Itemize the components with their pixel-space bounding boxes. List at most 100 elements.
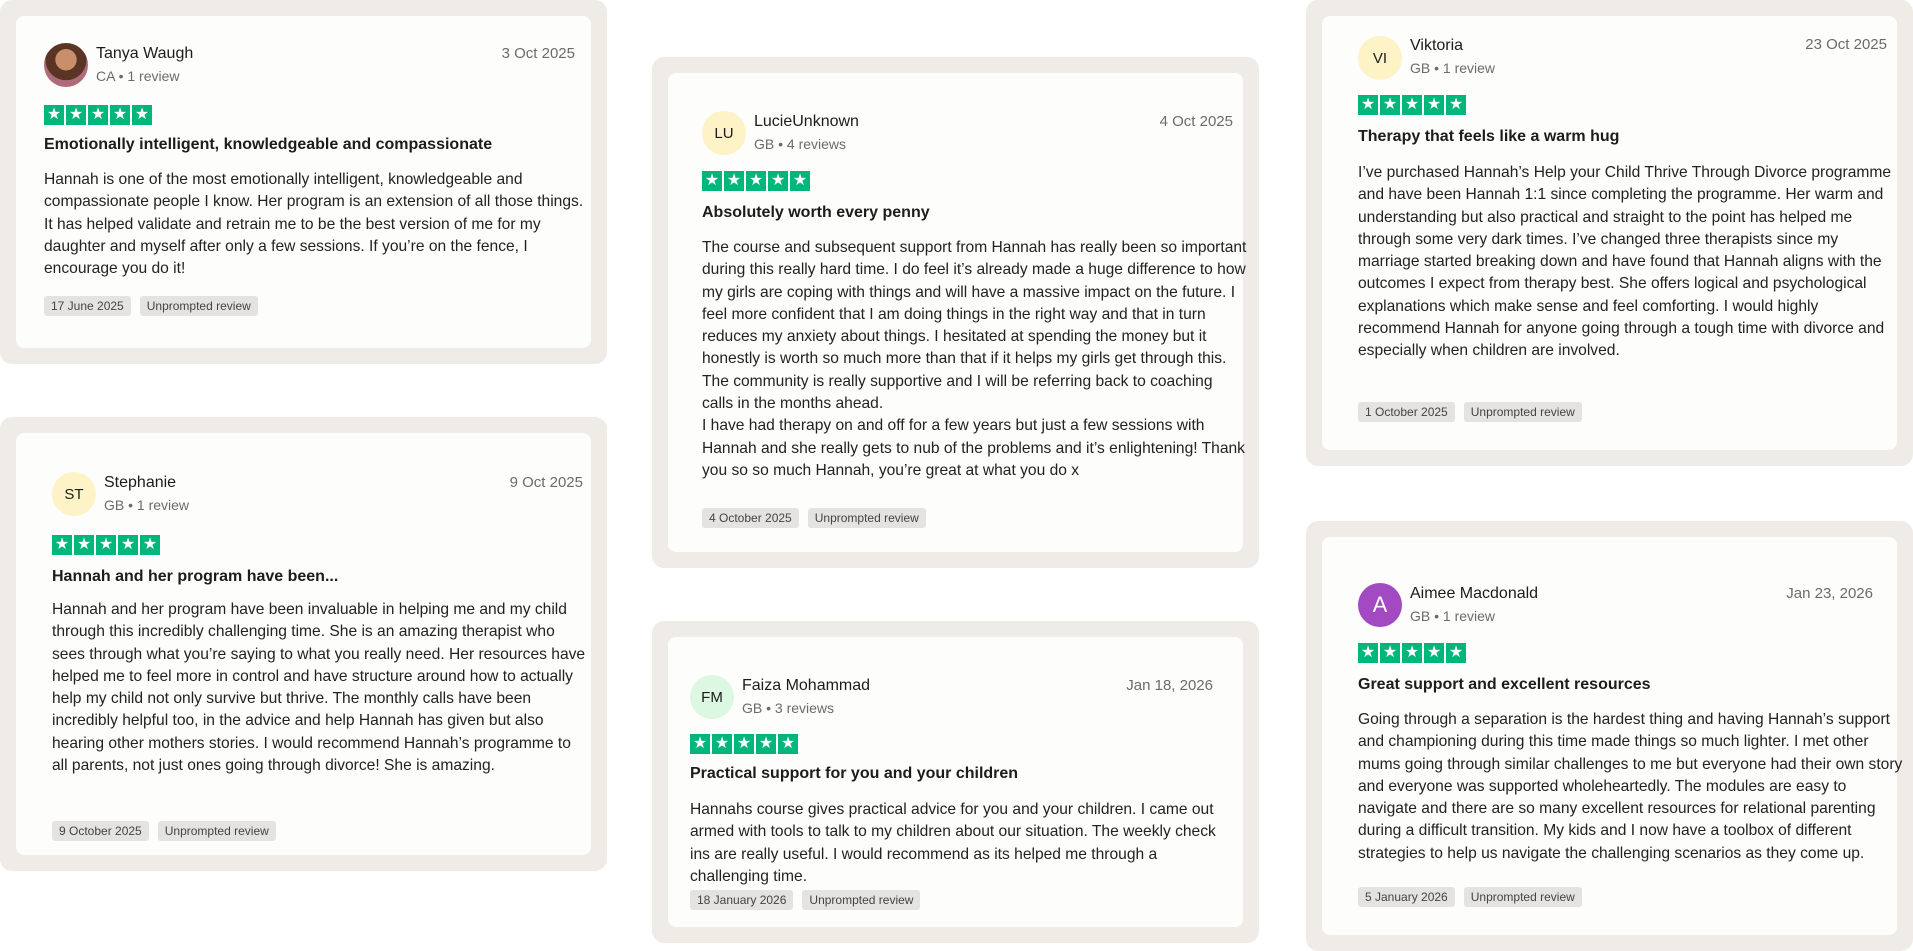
review-title[interactable]: Absolutely worth every penny: [702, 204, 930, 222]
star-icon: ★: [1358, 95, 1378, 115]
reviewer-avatar[interactable]: A: [1358, 583, 1402, 627]
reviewer-name[interactable]: Viktoria: [1410, 37, 1463, 55]
review-date: Jan 23, 2026: [1786, 585, 1873, 602]
reviewer-meta: GB • 3 reviews: [742, 700, 835, 716]
review-tags: 9 October 2025 Unprompted review: [52, 821, 276, 841]
experience-date-badge: 18 January 2026: [690, 890, 794, 910]
star-rating: ★ ★ ★ ★ ★: [1358, 643, 1466, 663]
review-card-frame: A Aimee Macdonald GB • 1 review Jan 23, …: [1306, 521, 1913, 951]
star-icon: ★: [66, 105, 86, 125]
reviewer-name[interactable]: Stephanie: [104, 474, 176, 492]
review-card-frame: FM Faiza Mohammad GB • 3 reviews Jan 18,…: [652, 621, 1259, 943]
star-rating: ★ ★ ★ ★ ★: [702, 171, 810, 191]
review-date: 9 Oct 2025: [509, 474, 583, 491]
experience-date-badge: 5 January 2026: [1358, 887, 1455, 907]
reviewer-name[interactable]: Aimee Macdonald: [1410, 585, 1538, 603]
review-tags: 4 October 2025 Unprompted review: [702, 508, 926, 528]
star-icon: ★: [1446, 643, 1466, 663]
review-title[interactable]: Hannah and her program have been...: [52, 568, 338, 586]
review-card-frame: Tanya Waugh CA • 1 review 3 Oct 2025 ★ ★ ★…: [0, 0, 607, 364]
star-icon: ★: [724, 171, 744, 191]
review-card: LU LucieUnknown GB • 4 reviews 4 Oct 202…: [668, 73, 1246, 552]
star-icon: ★: [1424, 643, 1444, 663]
experience-date-badge: 9 October 2025: [52, 821, 149, 841]
review-body: Hannah and her program have been invalua…: [52, 601, 586, 775]
star-icon: ★: [96, 535, 116, 555]
star-icon: ★: [140, 535, 160, 555]
unprompted-review-badge[interactable]: Unprompted review: [157, 821, 276, 841]
reviewer-meta: GB • 1 review: [1410, 608, 1496, 624]
review-date: 3 Oct 2025: [501, 45, 575, 62]
reviewer-meta: GB • 4 reviews: [754, 136, 847, 152]
star-icon: ★: [1402, 643, 1422, 663]
star-icon: ★: [1446, 95, 1466, 115]
review-card-frame: ST Stephanie GB • 1 review 9 Oct 2025 ★ ★…: [0, 417, 607, 871]
star-icon: ★: [1402, 95, 1422, 115]
unprompted-review-badge[interactable]: Unprompted review: [807, 508, 926, 528]
review-card-frame: VI Viktoria GB • 1 review 23 Oct 2025 ★ ★…: [1306, 0, 1913, 466]
review-title[interactable]: Therapy that feels like a warm hug: [1358, 128, 1619, 146]
reviewer-avatar[interactable]: ST: [52, 472, 96, 516]
unprompted-review-badge[interactable]: Unprompted review: [1463, 887, 1582, 907]
review-body: I’ve purchased Hannah’s Help your Child …: [1358, 164, 1892, 360]
unprompted-review-badge[interactable]: Unprompted review: [139, 296, 258, 316]
review-tags: 17 June 2025 Unprompted review: [44, 296, 258, 316]
experience-date-badge: 4 October 2025: [702, 508, 799, 528]
star-icon: ★: [1380, 643, 1400, 663]
star-icon: ★: [734, 734, 754, 754]
star-icon: ★: [768, 171, 788, 191]
reviewer-meta: GB • 1 review: [1410, 60, 1496, 76]
review-title[interactable]: Great support and excellent resources: [1358, 676, 1651, 694]
star-icon: ★: [132, 105, 152, 125]
review-card: ST Stephanie GB • 1 review 9 Oct 2025 ★ ★…: [16, 433, 591, 855]
review-body: Going through a separation is the hardes…: [1358, 711, 1903, 862]
reviewer-avatar[interactable]: [44, 43, 88, 87]
review-title[interactable]: Emotionally intelligent, knowledgeable a…: [44, 136, 492, 154]
review-date: 4 Oct 2025: [1159, 113, 1233, 130]
reviewer-name[interactable]: Tanya Waugh: [96, 45, 193, 63]
unprompted-review-badge[interactable]: Unprompted review: [1463, 402, 1582, 422]
review-card-frame: LU LucieUnknown GB • 4 reviews 4 Oct 202…: [652, 57, 1259, 568]
star-rating: ★ ★ ★ ★ ★: [52, 535, 160, 555]
star-icon: ★: [88, 105, 108, 125]
review-card: Tanya Waugh CA • 1 review 3 Oct 2025 ★ ★ ★…: [16, 16, 591, 348]
experience-date-badge: 17 June 2025: [44, 296, 131, 316]
reviewer-meta: CA • 1 review: [96, 68, 180, 84]
experience-date-badge: 1 October 2025: [1358, 402, 1455, 422]
star-icon: ★: [118, 535, 138, 555]
star-icon: ★: [110, 105, 130, 125]
star-icon: ★: [756, 734, 776, 754]
reviewer-avatar[interactable]: FM: [690, 675, 734, 719]
star-rating: ★ ★ ★ ★ ★: [44, 105, 152, 125]
star-icon: ★: [1358, 643, 1378, 663]
star-icon: ★: [1424, 95, 1444, 115]
review-date: 23 Oct 2025: [1805, 36, 1887, 53]
star-icon: ★: [702, 171, 722, 191]
star-icon: ★: [1380, 95, 1400, 115]
review-card: VI Viktoria GB • 1 review 23 Oct 2025 ★ ★…: [1322, 16, 1897, 450]
review-date: Jan 18, 2026: [1126, 677, 1213, 694]
reviewer-meta: GB • 1 review: [104, 497, 190, 513]
review-tags: 5 January 2026 Unprompted review: [1358, 887, 1582, 907]
review-tags: 18 January 2026 Unprompted review: [690, 890, 921, 910]
review-tags: 1 October 2025 Unprompted review: [1358, 402, 1582, 422]
reviewer-name[interactable]: LucieUnknown: [754, 113, 859, 131]
star-icon: ★: [74, 535, 94, 555]
review-body: Hannahs course gives practical advice fo…: [690, 801, 1216, 885]
star-icon: ★: [52, 535, 72, 555]
reviewer-avatar[interactable]: LU: [702, 111, 746, 155]
unprompted-review-badge[interactable]: Unprompted review: [802, 890, 921, 910]
reviewer-name[interactable]: Faiza Mohammad: [742, 677, 870, 695]
review-body: Hannah is one of the most emotionally in…: [44, 171, 584, 278]
reviewer-avatar[interactable]: VI: [1358, 36, 1402, 80]
star-rating: ★ ★ ★ ★ ★: [690, 734, 798, 754]
review-title[interactable]: Practical support for you and your child…: [690, 765, 1018, 783]
star-icon: ★: [790, 171, 810, 191]
review-body: The course and subsequent support from H…: [702, 239, 1247, 479]
review-card: A Aimee Macdonald GB • 1 review Jan 23, …: [1322, 537, 1902, 935]
star-icon: ★: [712, 734, 732, 754]
star-icon: ★: [690, 734, 710, 754]
star-rating: ★ ★ ★ ★ ★: [1358, 95, 1466, 115]
star-icon: ★: [44, 105, 64, 125]
star-icon: ★: [778, 734, 798, 754]
